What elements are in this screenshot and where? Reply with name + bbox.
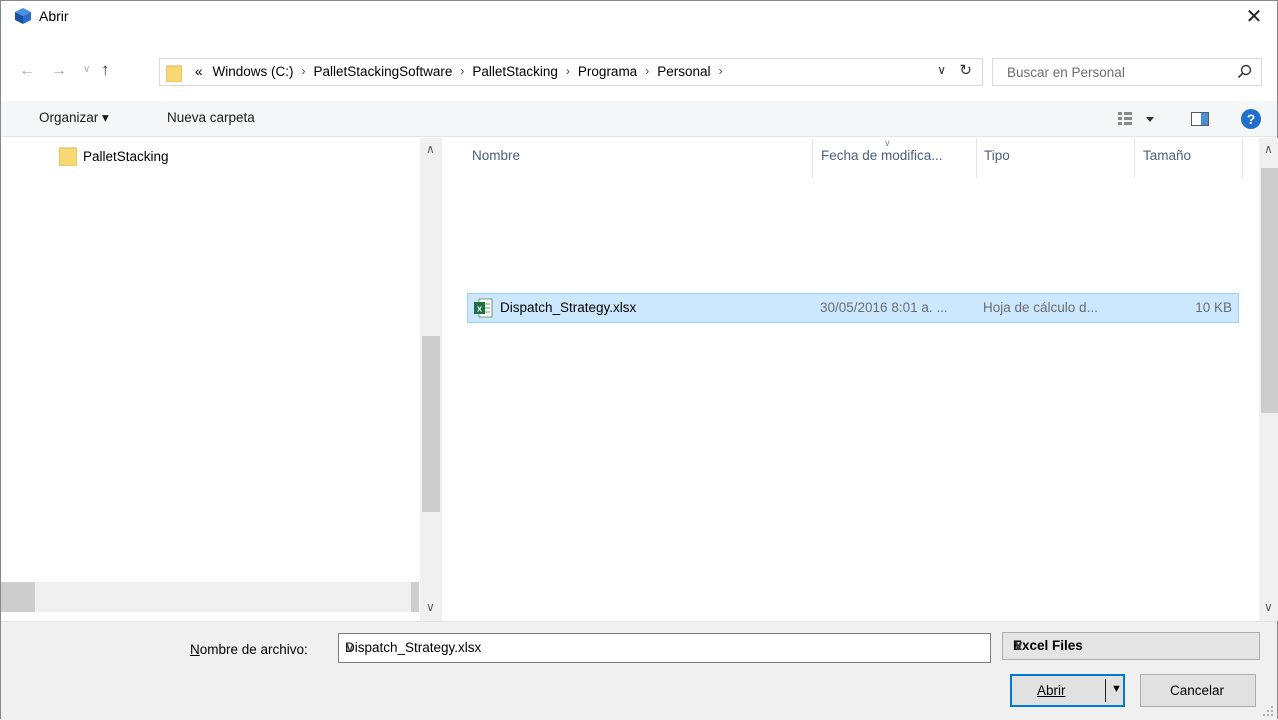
organize-menu-button[interactable]: Organizar ▾ <box>39 110 109 126</box>
search-icon[interactable] <box>1237 64 1253 80</box>
breadcrumb-windows-c[interactable]: Windows (C:) <box>208 64 299 79</box>
breadcrumb-personal[interactable]: Personal <box>652 64 715 79</box>
title-bar: Abrir ✕ <box>1 1 1277 31</box>
cancel-button-label: Cancelar <box>1170 683 1225 698</box>
column-header-date[interactable]: Fecha de modifica... <box>821 148 943 163</box>
navigation-pane-vertical-scrollbar[interactable]: ∧ ∨ <box>420 138 442 621</box>
open-button-label: Abrir <box>1037 683 1066 698</box>
preview-pane-icon[interactable] <box>1191 112 1209 126</box>
file-size: 10 KB <box>1195 300 1232 315</box>
open-button[interactable]: Abrir ▼ <box>1010 674 1125 707</box>
file-list-vertical-scrollbar[interactable]: ∧ ∨ <box>1259 138 1278 621</box>
filename-dropdown-icon[interactable]: ∨ <box>345 640 984 656</box>
column-divider[interactable] <box>812 138 813 178</box>
file-name: Dispatch_Strategy.xlsx <box>500 300 637 315</box>
breadcrumb-pallet-stacking[interactable]: PalletStacking <box>467 64 563 79</box>
recent-locations-chevron-icon[interactable]: ∨ <box>83 64 90 75</box>
scrollbar-thumb[interactable] <box>1261 168 1278 413</box>
cancel-button[interactable]: Cancelar <box>1140 674 1256 707</box>
command-toolbar: Organizar ▾ Nueva carpeta ? <box>1 101 1277 137</box>
search-placeholder: Buscar en Personal <box>1007 65 1125 80</box>
breadcrumb-separator-icon[interactable]: › <box>299 64 309 79</box>
column-header-name[interactable]: Nombre <box>472 148 520 163</box>
filename-label-mnemonic: N <box>190 642 200 657</box>
new-folder-button[interactable]: Nueva carpeta <box>167 110 255 125</box>
filename-label-text: ombre de archivo: <box>199 642 308 657</box>
excel-file-icon: x <box>474 298 493 318</box>
navigation-pane: PalletStacking ∧ ∨ <box>1 138 444 621</box>
tree-item-palletstacking[interactable]: PalletStacking <box>59 146 169 166</box>
breadcrumb-separator-icon[interactable]: › <box>457 64 467 79</box>
search-input[interactable]: Buscar en Personal <box>992 58 1262 86</box>
file-type-select[interactable]: Excel Files ∨ <box>1002 632 1260 660</box>
filename-label: Nombre de archivo: <box>190 642 308 657</box>
column-divider[interactable] <box>976 138 977 178</box>
close-icon: ✕ <box>1245 5 1263 28</box>
open-options-dropdown-icon[interactable]: ▼ <box>1111 683 1122 695</box>
scroll-down-arrow-icon[interactable]: ∨ <box>426 600 435 614</box>
navigation-bar: ← → ∨ ↑ « Windows (C:) › PalletStackingS… <box>1 56 1277 90</box>
file-type: Hoja de cálculo d... <box>983 300 1098 315</box>
breadcrumb-separator-icon[interactable]: › <box>716 64 726 79</box>
window-title: Abrir <box>39 8 69 24</box>
refresh-icon[interactable]: ↻ <box>959 61 972 79</box>
file-row[interactable]: x Dispatch_Strategy.xlsx 30/05/2016 8:01… <box>467 293 1239 323</box>
scroll-up-arrow-icon[interactable]: ∧ <box>1264 142 1273 156</box>
up-arrow-icon[interactable]: ↑ <box>101 60 110 80</box>
address-dropdown-icon[interactable]: ∨ <box>937 63 946 77</box>
folder-icon <box>166 65 182 82</box>
column-header-type[interactable]: Tipo <box>984 148 1010 163</box>
forward-arrow-icon[interactable]: → <box>51 62 67 80</box>
breadcrumb-pallet-stacking-software[interactable]: PalletStackingSoftware <box>309 64 458 79</box>
scrollbar-thumb[interactable] <box>1 582 35 612</box>
back-arrow-icon[interactable]: ← <box>19 62 35 80</box>
app-cube-icon <box>15 8 31 24</box>
scrollbar-thumb[interactable] <box>411 582 419 612</box>
open-file-dialog: Abrir ✕ ← → ∨ ↑ « Windows (C:) › PalletS… <box>0 0 1278 720</box>
address-bar[interactable]: « Windows (C:) › PalletStackingSoftware … <box>159 58 983 86</box>
navigation-pane-horizontal-scrollbar[interactable] <box>1 582 419 612</box>
column-header-size[interactable]: Tamaño <box>1143 148 1191 163</box>
file-list: ∨ Nombre Fecha de modifica... Tipo Tamañ… <box>444 138 1278 621</box>
breadcrumb-overflow[interactable]: « <box>190 64 208 79</box>
scroll-down-arrow-icon[interactable]: ∨ <box>1264 600 1273 614</box>
bottom-panel: Nombre de archivo: Dispatch_Strategy.xls… <box>1 621 1277 720</box>
filename-input[interactable]: Dispatch_Strategy.xlsx ∨ <box>338 633 991 663</box>
breadcrumb-separator-icon[interactable]: › <box>563 64 573 79</box>
column-divider[interactable] <box>1242 138 1243 178</box>
file-date: 30/05/2016 8:01 a. ... <box>820 300 948 315</box>
close-button[interactable]: ✕ <box>1231 1 1277 31</box>
view-options-icon[interactable] <box>1118 111 1162 127</box>
resize-grip-icon[interactable] <box>1262 705 1274 717</box>
folder-icon <box>59 147 77 166</box>
scroll-up-arrow-icon[interactable]: ∧ <box>426 142 435 156</box>
breadcrumb-programa[interactable]: Programa <box>573 64 642 79</box>
scrollbar-thumb[interactable] <box>422 336 440 512</box>
tree-item-label: PalletStacking <box>83 148 169 164</box>
chevron-down-icon[interactable]: ∨ <box>1013 638 1251 654</box>
column-divider[interactable] <box>1134 138 1135 178</box>
breadcrumb-separator-icon[interactable]: › <box>642 64 652 79</box>
split-divider <box>1105 679 1106 702</box>
help-icon[interactable]: ? <box>1241 109 1261 129</box>
svg-text:x: x <box>477 304 482 314</box>
breadcrumb: « Windows (C:) › PalletStackingSoftware … <box>190 64 726 79</box>
